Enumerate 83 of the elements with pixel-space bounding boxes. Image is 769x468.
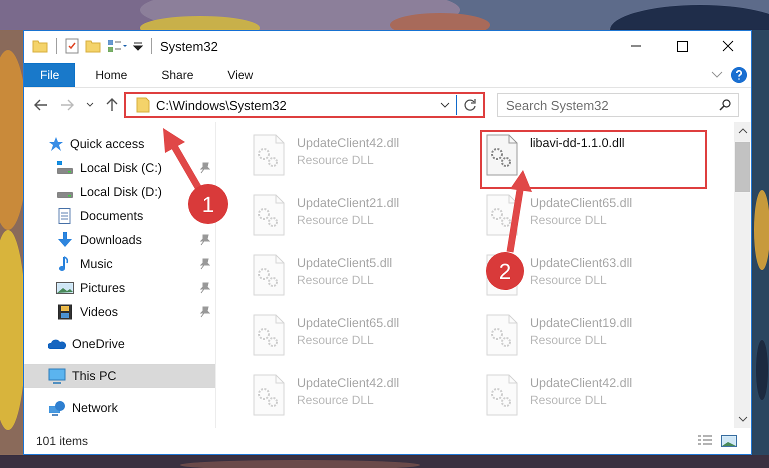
file-type: Resource DLL	[297, 273, 375, 287]
sidebar-label: Music	[80, 257, 113, 271]
sidebar-item[interactable]: OneDrive	[24, 332, 129, 356]
file-type: Resource DLL	[530, 333, 608, 347]
network-icon	[48, 400, 66, 416]
gear-file-icon	[486, 374, 518, 416]
sidebar-item[interactable]: Local Disk (C:)	[24, 156, 166, 180]
computer-icon	[48, 368, 66, 384]
file-type: Resource DLL	[297, 393, 375, 407]
sidebar-label: This PC	[72, 369, 116, 383]
refresh-icon[interactable]	[463, 98, 477, 112]
item-count: 101 items	[36, 434, 88, 448]
recent-caret-icon[interactable]	[86, 102, 94, 108]
gear-file-icon	[486, 194, 518, 236]
file-type: Resource DLL	[530, 213, 608, 227]
gear-file-icon	[253, 134, 285, 176]
sidebar-label: Downloads	[80, 233, 142, 247]
sidebar-label: Videos	[80, 305, 118, 319]
ribbon-tab[interactable]: File	[24, 63, 76, 87]
scroll-up-icon[interactable]	[738, 128, 748, 134]
help-icon[interactable]	[731, 67, 747, 83]
window-title: System32	[160, 38, 218, 54]
file-type: Resource DLL	[530, 393, 608, 407]
ribbon-tab[interactable]: View	[213, 63, 268, 87]
pin-icon[interactable]	[200, 258, 210, 270]
sidebar-label: Local Disk (C:)	[80, 161, 162, 175]
chevron-down-icon[interactable]	[711, 71, 723, 79]
step-badge: 1	[188, 184, 228, 224]
sidebar-label: Documents	[80, 209, 144, 223]
drive-icon	[56, 160, 74, 176]
scroll-down-icon[interactable]	[738, 416, 748, 422]
scrollbar[interactable]	[734, 122, 751, 428]
sidebar-label: OneDrive	[72, 337, 125, 351]
gear-file-icon	[253, 254, 285, 296]
file-type: Resource DLL	[297, 333, 375, 347]
star-icon	[48, 136, 64, 152]
gear-file-icon	[486, 314, 518, 356]
file-name[interactable]: libavi-dd-1.1.0.dll	[530, 136, 624, 150]
sidebar-item[interactable]: Network	[24, 396, 122, 420]
sidebar-item[interactable]: Documents	[24, 204, 148, 228]
customize-arrow-icon[interactable]	[133, 41, 143, 51]
large-icons-view-icon[interactable]	[721, 434, 737, 448]
ribbon-tab[interactable]: Share	[147, 63, 208, 87]
dropdown-caret-icon[interactable]	[440, 102, 450, 108]
gear-file-icon	[253, 194, 285, 236]
properties-icon[interactable]	[65, 38, 79, 54]
ribbon-tab[interactable]: Home	[81, 63, 142, 87]
address-path: C:\Windows\System32	[156, 98, 288, 112]
sidebar-item[interactable]: This PC	[24, 364, 215, 388]
landscape-icon	[56, 280, 74, 296]
folder-icon	[136, 97, 150, 113]
sidebar-item[interactable]: Pictures	[24, 276, 130, 300]
sidebar-label: Pictures	[80, 281, 126, 295]
address-field[interactable]: C:\Windows\System32	[124, 92, 485, 118]
sidebar-item[interactable]: Music	[24, 252, 117, 276]
sidebar-item[interactable]: Quick access	[24, 132, 148, 156]
pin-icon[interactable]	[200, 282, 210, 294]
sidebar-item[interactable]: Downloads	[24, 228, 146, 252]
sidebar-label: Network	[72, 401, 118, 415]
file-type: Resource DLL	[297, 153, 375, 167]
scroll-thumb[interactable]	[735, 142, 750, 192]
sidebar-item[interactable]: Local Disk (D:)	[24, 180, 166, 204]
file-type: Resource DLL	[297, 213, 375, 227]
back-arrow-icon[interactable]	[34, 99, 48, 111]
up-arrow-icon[interactable]	[106, 98, 118, 112]
sidebar-label: Local Disk (D:)	[80, 185, 162, 199]
search-field[interactable]: Search System32	[497, 93, 739, 117]
pin-icon[interactable]	[200, 162, 210, 174]
pin-icon[interactable]	[200, 234, 210, 246]
gear-file-icon	[253, 374, 285, 416]
sidebar-label: Quick access	[70, 137, 144, 151]
step-badge: 2	[486, 252, 524, 290]
cloud-icon	[48, 338, 66, 350]
gear-file-icon	[253, 314, 285, 356]
search-icon[interactable]	[719, 99, 731, 111]
file-type: Resource DLL	[530, 273, 608, 287]
view-icon[interactable]	[107, 39, 127, 53]
gear-file-icon	[486, 134, 518, 176]
sidebar-item[interactable]: Videos	[24, 300, 122, 324]
download-arrow-icon	[56, 232, 74, 248]
pin-icon[interactable]	[200, 306, 210, 318]
drive-icon	[56, 192, 74, 198]
film-strip-icon	[56, 304, 74, 320]
